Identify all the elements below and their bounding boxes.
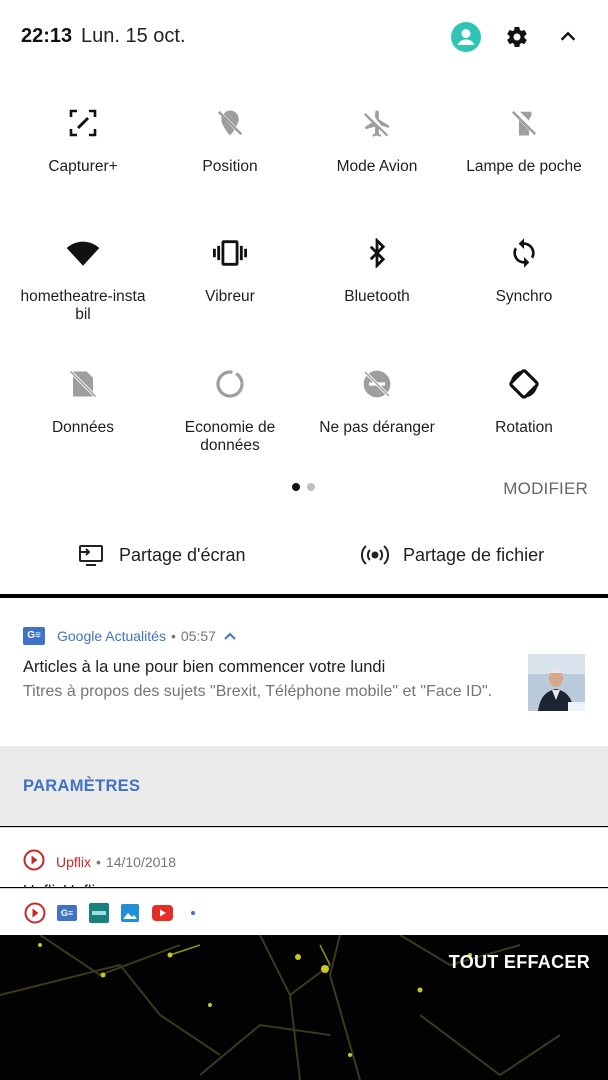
data-saver-icon: [210, 364, 250, 404]
bluetooth-icon: [357, 233, 397, 273]
mobile-data-off-icon: [63, 364, 103, 404]
vibrate-icon: [210, 233, 250, 273]
screenshot-edit-icon: [63, 103, 103, 143]
page-dot[interactable]: [307, 483, 315, 491]
upflix-icon: [24, 902, 46, 924]
date: Lun. 15 oct.: [81, 25, 186, 47]
modifier-button[interactable]: MODIFIER: [503, 479, 588, 499]
do-not-disturb-off-icon: [357, 364, 397, 404]
separator: •: [96, 853, 101, 870]
tile-synchro[interactable]: Synchro: [451, 233, 597, 343]
chevron-up-icon[interactable]: [224, 628, 236, 644]
app-icon-teal: [89, 903, 109, 923]
settings-action-bar: PARAMÈTRES: [0, 746, 608, 826]
tile-label: Lampe de poche: [466, 158, 582, 175]
notification-icon-shelf[interactable]: G≡: [0, 888, 608, 935]
app-name: Google Actualités: [57, 628, 166, 644]
notification-time: 05:57: [180, 628, 216, 644]
tile-position[interactable]: Position: [157, 103, 303, 213]
upflix-icon: [23, 849, 45, 874]
tile-label: Economie de données: [184, 419, 276, 454]
tile-rotation[interactable]: Rotation: [451, 364, 597, 474]
broadcast-icon: [361, 541, 389, 569]
auto-rotate-icon: [504, 364, 544, 404]
notification-google-news[interactable]: G≡ Google Actualités • 05:57 Articles à …: [0, 598, 608, 746]
google-news-icon: G≡: [23, 627, 45, 645]
tile-wifi[interactable]: hometheatre-insta bil: [10, 233, 156, 343]
gallery-icon: [121, 904, 139, 922]
tile-label: Bluetooth: [344, 288, 410, 305]
tile-label: Mode Avion: [336, 158, 418, 175]
screen-share-button[interactable]: Partage d'écran: [77, 538, 246, 572]
tile-bluetooth[interactable]: Bluetooth: [304, 233, 450, 343]
settings-gear-icon[interactable]: [501, 21, 533, 53]
tile-vibreur[interactable]: Vibreur: [157, 233, 303, 343]
tile-label: Position: [202, 158, 258, 175]
separator: •: [170, 628, 176, 644]
notification-date: 14/10/2018: [105, 853, 176, 870]
more-dot-icon: [191, 911, 195, 915]
page-dot-active[interactable]: [292, 483, 300, 491]
tile-label: Capturer+: [48, 158, 118, 175]
file-share-button[interactable]: Partage de fichier: [361, 538, 544, 572]
tile-label: Rotation: [495, 419, 553, 436]
notification-header: G≡ Google Actualités • 05:57: [23, 627, 236, 645]
tile-lampe-de-poche[interactable]: Lampe de poche: [451, 103, 597, 213]
tile-capturer[interactable]: Capturer+: [10, 103, 156, 213]
account-icon[interactable]: [450, 21, 482, 53]
cast-screen-icon: [77, 541, 105, 569]
sync-icon: [504, 233, 544, 273]
tile-label: Ne pas déranger: [319, 419, 435, 436]
quick-settings-panel: 22:13 Lun. 15 oct. Capturer+ Position Mo…: [0, 0, 608, 594]
clock: 22:13: [21, 25, 73, 47]
file-share-label: Partage de fichier: [403, 544, 545, 565]
google-news-icon: G≡: [57, 905, 77, 921]
youtube-icon: [152, 905, 173, 921]
status-header: 22:13 Lun. 15 oct.: [0, 0, 608, 76]
notification-title: Articles à la une pour bien commencer vo…: [23, 658, 386, 676]
tile-mode-avion[interactable]: Mode Avion: [304, 103, 450, 213]
tile-label: Vibreur: [205, 288, 255, 305]
notification-thumbnail: [528, 654, 585, 711]
screen-share-label: Partage d'écran: [119, 544, 246, 565]
tile-donnees[interactable]: Données: [10, 364, 156, 474]
notification-upflix[interactable]: Upflix • 14/10/2018 UpflixUpflix: [0, 827, 608, 888]
location-off-icon: [210, 103, 250, 143]
tile-ne-pas-deranger[interactable]: Ne pas déranger: [304, 364, 450, 474]
wifi-icon: [63, 233, 103, 273]
chevron-up-icon[interactable]: [552, 21, 584, 53]
notification-body: Titres à propos des sujets "Brexit, Télé…: [23, 683, 493, 700]
clear-all-button[interactable]: TOUT EFFACER: [449, 952, 590, 973]
tile-label: Données: [51, 419, 115, 436]
flashlight-off-icon: [504, 103, 544, 143]
tile-label: Synchro: [495, 288, 553, 305]
app-name: Upflix: [56, 853, 92, 870]
tile-economie-donnees[interactable]: Economie de données: [157, 364, 303, 474]
tile-label: hometheatre-insta bil: [20, 288, 146, 323]
notification-header: Upflix • 14/10/2018: [23, 849, 176, 874]
airplane-off-icon: [357, 103, 397, 143]
parametres-button[interactable]: PARAMÈTRES: [23, 777, 140, 796]
